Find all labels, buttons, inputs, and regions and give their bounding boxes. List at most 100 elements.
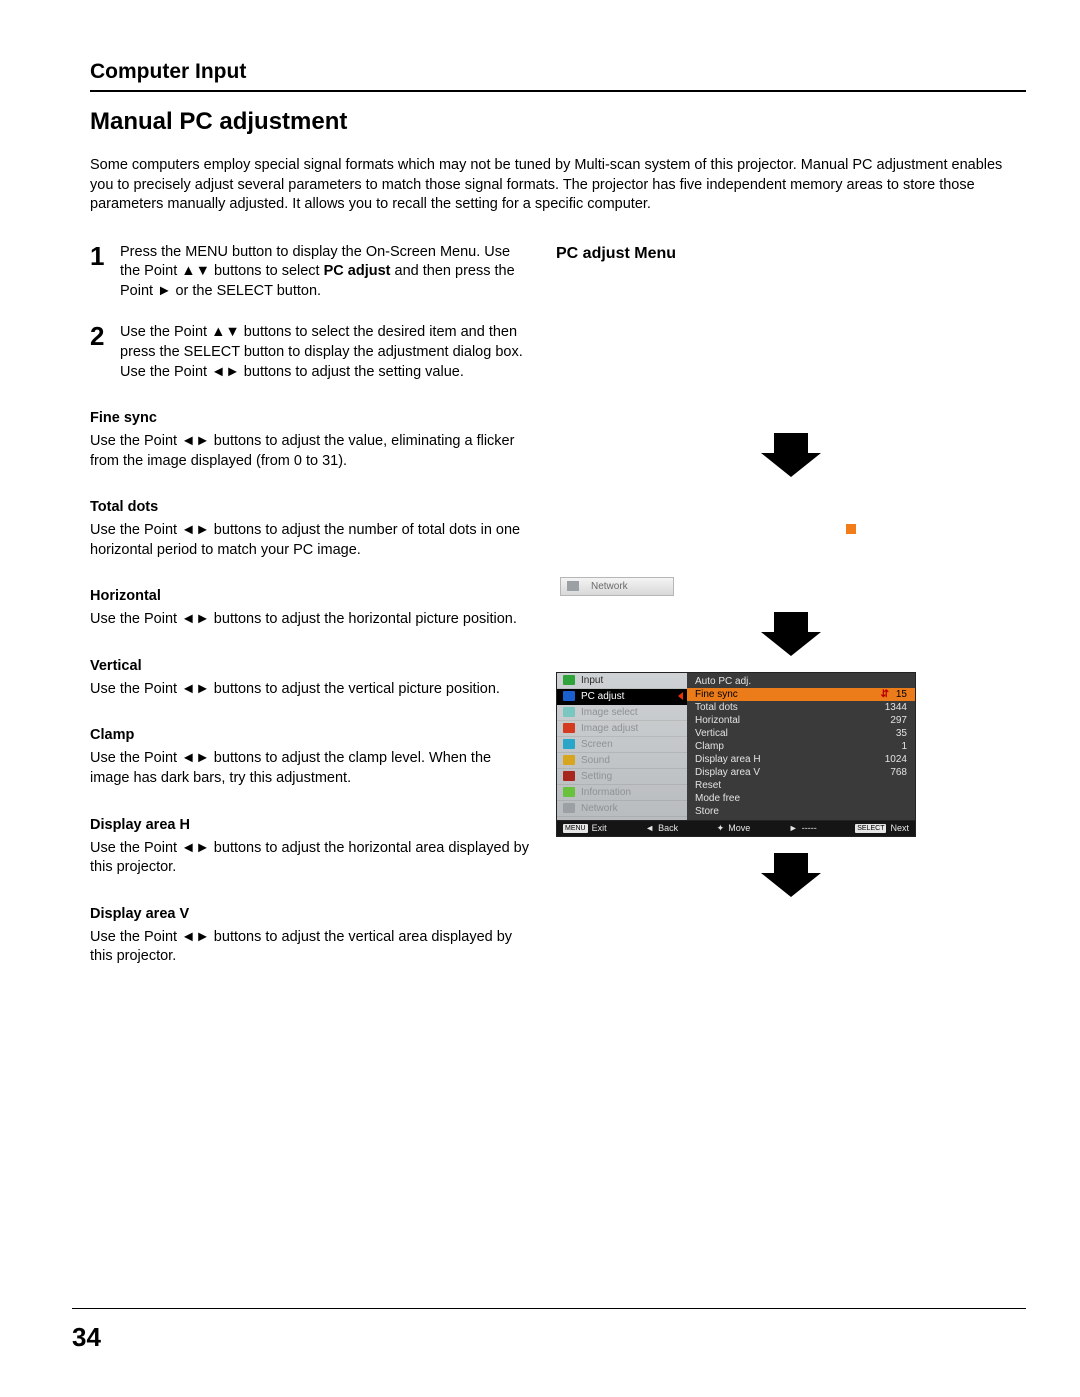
osd-right-label: Horizontal: [695, 715, 740, 726]
osd-right-value: 1344: [885, 702, 907, 713]
param-vertical: Vertical Use the Point ◄► buttons to adj…: [90, 658, 530, 700]
param-display-area-h: Display area H Use the Point ◄► buttons …: [90, 817, 530, 878]
osd-right-label: Display area H: [695, 754, 761, 765]
osd-right-label: Reset: [695, 780, 721, 791]
param-clamp: Clamp Use the Point ◄► buttons to adjust…: [90, 727, 530, 788]
osd-right-item: Display area V 768: [687, 766, 915, 779]
osd-footer-next: ►-----: [789, 823, 817, 834]
osd-right-label: Auto PC adj.: [695, 676, 751, 687]
step-2: 2 Use the Point ▲▼ buttons to select the…: [90, 323, 530, 382]
osd-footer: MENUExit ◄Back ✦Move ►----- SELECTNext: [556, 821, 916, 837]
osd-left-label: Information: [581, 787, 631, 798]
osd-left-label: Image select: [581, 707, 638, 718]
right-arrow-icon: ►: [789, 823, 798, 833]
param-horizontal: Horizontal Use the Point ◄► buttons to a…: [90, 588, 530, 630]
header-bar: Computer Input: [90, 60, 1026, 92]
step-number: 1: [90, 243, 120, 302]
param-display-area-v: Display area V Use the Point ◄► buttons …: [90, 906, 530, 967]
param-title: Display area V: [90, 906, 530, 922]
param-title: Total dots: [90, 499, 530, 515]
param-text: Use the Point ◄► buttons to adjust the c…: [90, 749, 530, 788]
down-arrow-icon: [761, 433, 821, 477]
osd-left-item-pc-adjust: PC adjust: [557, 689, 687, 705]
step-1: 1 Press the MENU button to display the O…: [90, 243, 530, 302]
intro-text: Some computers employ special signal for…: [90, 156, 1026, 215]
move-icon: ✦: [717, 823, 725, 834]
down-arrow-icon: [761, 612, 821, 656]
osd-footer-move: ✦Move: [717, 823, 751, 834]
osd-right-label: Vertical: [695, 728, 728, 739]
osd-right-value: 15: [896, 689, 907, 700]
osd-left-label: Input: [581, 675, 603, 686]
down-arrow-icon: [761, 853, 821, 897]
osd-left-label: Image adjust: [581, 723, 638, 734]
osd-right-menu: Auto PC adj. Fine sync ⇵ 15 Total dots1344…: [687, 673, 915, 820]
step-text: Press the MENU button to display the On-…: [120, 243, 530, 302]
osd-right-value: 1: [901, 741, 907, 752]
osd-right-label: Display area V: [695, 767, 760, 778]
osd-right-item: Vertical 35: [687, 727, 915, 740]
osd-menu: Input PC adjust Image select Image adjus…: [556, 672, 916, 837]
osd-left-item-input: Input: [557, 673, 687, 689]
network-chip: Network: [560, 577, 674, 596]
manual-page: Computer Input Manual PC adjustment Some…: [0, 0, 1080, 1397]
setting-icon: [563, 771, 575, 781]
columns: 1 Press the MENU button to display the O…: [90, 243, 1026, 967]
osd-body: Input PC adjust Image select Image adjus…: [556, 672, 916, 821]
param-text: Use the Point ◄► buttons to adjust the h…: [90, 610, 530, 630]
osd-right-value: 297: [890, 715, 907, 726]
pc-adjust-menu-heading: PC adjust Menu: [556, 245, 1026, 263]
osd-footer-exit: MENUExit: [563, 823, 607, 834]
osd-left-label: Setting: [581, 771, 612, 782]
param-total-dots: Total dots Use the Point ◄► buttons to a…: [90, 499, 530, 560]
osd-footer-select: SELECTNext: [855, 823, 909, 834]
osd-right-item: Clamp 1: [687, 740, 915, 753]
osd-right-label: Clamp: [695, 741, 724, 752]
osd-left-menu: Input PC adjust Image select Image adjus…: [557, 673, 687, 820]
section-title: Manual PC adjustment: [90, 108, 1026, 136]
osd-right-item: Reset: [687, 779, 915, 792]
param-title: Vertical: [90, 658, 530, 674]
param-text: Use the Point ◄► buttons to adjust the v…: [90, 432, 530, 471]
information-icon: [563, 787, 575, 797]
adjust-marker-icon: ⇵: [880, 689, 890, 700]
step-number: 2: [90, 323, 120, 382]
osd-right-label: Fine sync: [695, 689, 738, 700]
left-arrow-icon: ◄: [645, 823, 654, 833]
param-title: Display area H: [90, 817, 530, 833]
page-number: 34: [72, 1322, 101, 1353]
step-text-a: Use the Point ▲▼ buttons to select the d…: [120, 324, 523, 379]
osd-left-item-image-adjust: Image adjust: [557, 721, 687, 737]
osd-left-item-sound: Sound: [557, 753, 687, 769]
osd-left-item-setting: Setting: [557, 769, 687, 785]
osd-right-item: Display area H1024: [687, 753, 915, 766]
osd-right-item-highlight: Fine sync ⇵ 15: [687, 688, 915, 701]
image-select-icon: [563, 707, 575, 717]
osd-right-item: Auto PC adj.: [687, 675, 915, 688]
param-text: Use the Point ◄► buttons to adjust the v…: [90, 680, 530, 700]
osd-right-value: 35: [896, 728, 907, 739]
image-adjust-icon: [563, 723, 575, 733]
osd-right-value: 768: [890, 767, 907, 778]
footer-rule: [72, 1308, 1026, 1309]
left-column: 1 Press the MENU button to display the O…: [90, 243, 530, 967]
param-text: Use the Point ◄► buttons to adjust the h…: [90, 839, 530, 878]
step-text: Use the Point ▲▼ buttons to select the d…: [120, 323, 530, 382]
osd-right-label: Store: [695, 806, 719, 817]
network-chip-label: Network: [591, 581, 628, 592]
param-title: Fine sync: [90, 410, 530, 426]
osd-left-item-network: Network: [557, 801, 687, 817]
osd-left-label: Sound: [581, 755, 610, 766]
input-icon: [563, 675, 575, 685]
sound-icon: [563, 755, 575, 765]
osd-right-label: Mode free: [695, 793, 740, 804]
content: Manual PC adjustment Some computers empl…: [90, 108, 1026, 967]
network-icon: [567, 581, 579, 591]
osd-right-item: Total dots1344: [687, 701, 915, 714]
osd-left-label: Network: [581, 803, 618, 814]
osd-right-item: Horizontal 297: [687, 714, 915, 727]
header-title: Computer Input: [90, 60, 1026, 90]
osd-left-item-information: Information: [557, 785, 687, 801]
osd-left-item-image-select: Image select: [557, 705, 687, 721]
orange-marker-icon: [846, 524, 856, 534]
